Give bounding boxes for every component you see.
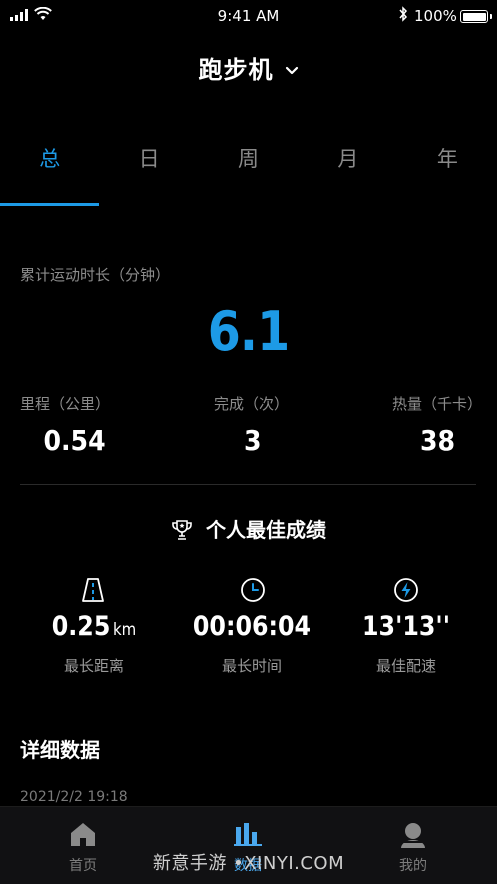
tab-label: 日 xyxy=(138,147,160,171)
calories-label: 热量（千卡） xyxy=(392,395,483,413)
trophy-icon xyxy=(172,519,192,540)
page-header[interactable]: 跑步机 xyxy=(0,50,497,85)
tab-label: 周 xyxy=(238,147,260,171)
best-section-title: 个人最佳成绩 xyxy=(0,514,497,543)
road-icon xyxy=(82,578,104,602)
best-pace-label: 最佳配速 xyxy=(375,657,436,675)
longest-distance-label: 最长距离 xyxy=(63,657,124,675)
chevron-down-icon[interactable] xyxy=(285,66,299,76)
completed-label: 完成（次） xyxy=(214,395,290,413)
longest-distance-value: 0.25 km xyxy=(24,611,165,642)
tab-month[interactable]: 月 xyxy=(298,140,397,206)
record-date[interactable]: 2021/2/2 19:18 xyxy=(20,789,128,805)
tab-indicator xyxy=(0,203,100,206)
tab-year[interactable]: 年 xyxy=(398,140,497,206)
longest-time-label: 最长时间 xyxy=(221,657,282,675)
lightning-icon xyxy=(394,578,418,602)
battery-icon xyxy=(460,10,492,23)
period-tabs: 总 日 周 月 年 xyxy=(0,140,497,206)
clock-icon xyxy=(241,578,265,602)
longest-distance-unit: km xyxy=(113,620,137,640)
completed-value: 3 xyxy=(243,424,262,457)
battery-percent: 100% xyxy=(414,7,457,25)
tab-total[interactable]: 总 xyxy=(0,140,100,206)
chart-icon xyxy=(234,823,262,846)
home-icon xyxy=(71,823,95,846)
calories-value: 38 xyxy=(419,424,456,457)
longest-distance-number: 0.25 xyxy=(51,611,111,642)
divider xyxy=(20,484,476,485)
tab-label: 月 xyxy=(337,147,359,171)
duration-value: 6.1 xyxy=(207,300,290,363)
longest-time-value: 00:06:04 xyxy=(182,611,323,642)
page-title[interactable]: 跑步机 xyxy=(198,56,273,84)
tab-day[interactable]: 日 xyxy=(99,140,198,206)
longest-time-number: 00:06:04 xyxy=(192,611,312,642)
tab-week[interactable]: 周 xyxy=(199,140,298,206)
best-pace-value: 13'13'' xyxy=(336,611,477,642)
profile-icon xyxy=(401,823,425,848)
tab-label: 总 xyxy=(39,147,61,171)
duration-label: 累计运动时长（分钟） xyxy=(20,266,171,284)
tab-label: 年 xyxy=(436,147,458,171)
bluetooth-icon xyxy=(399,6,408,22)
watermark-text: 新意手游 •XINYI.COM xyxy=(152,853,345,874)
distance-label: 里程（公里） xyxy=(20,395,111,413)
status-bar: 9:41 AM 100% xyxy=(0,0,497,32)
detail-section-title: 详细数据 xyxy=(20,738,100,762)
best-pace-number: 13'13'' xyxy=(362,611,450,642)
best-title-text: 个人最佳成绩 xyxy=(205,518,326,542)
distance-value: 0.54 xyxy=(43,424,106,457)
